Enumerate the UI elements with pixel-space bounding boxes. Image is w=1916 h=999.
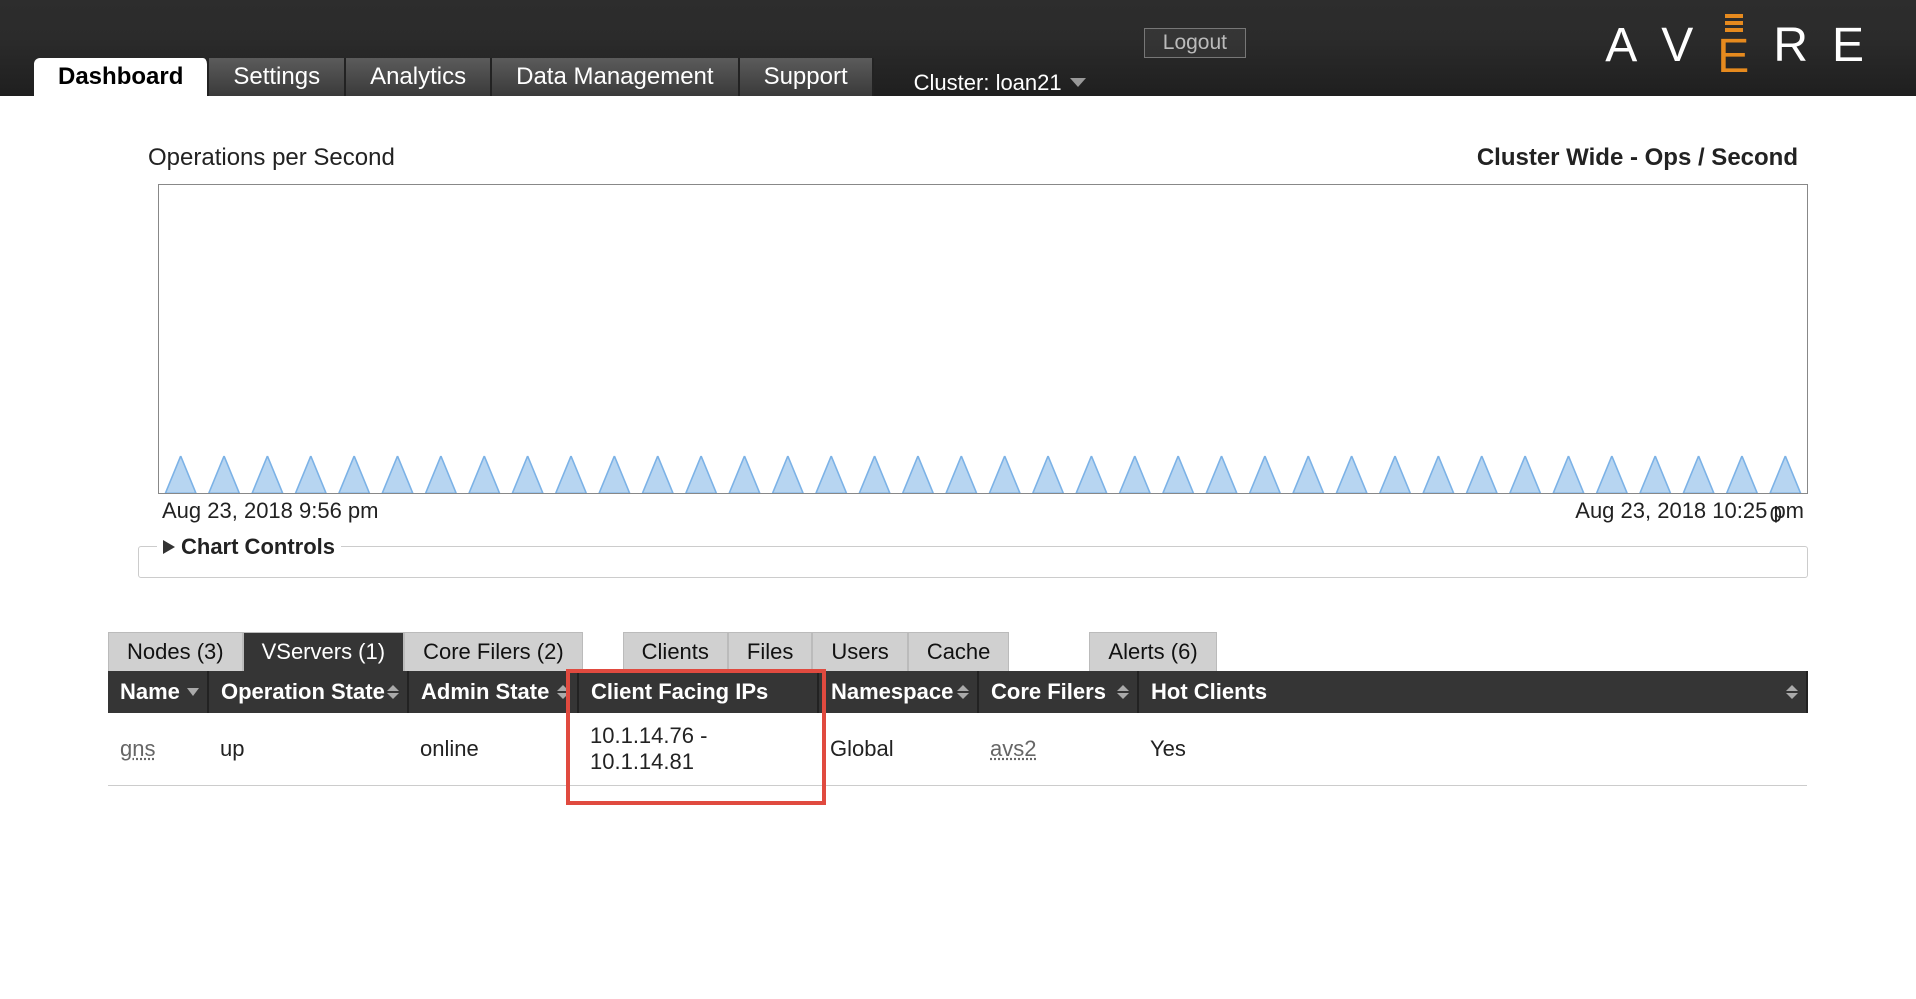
cell-core-filers: avs2: [978, 713, 1138, 786]
chart-controls-label: Chart Controls: [181, 534, 335, 560]
chart-container: 1 0 Aug 23, 2018 9:56 pm Aug 23, 2018 10…: [158, 184, 1808, 524]
cell-operation-state: up: [208, 713, 408, 786]
cluster-prefix: Cluster:: [914, 70, 990, 96]
vservers-table: Name Operation State Admin State Client …: [108, 671, 1808, 786]
col-hot-clients[interactable]: Hot Clients: [1138, 671, 1807, 713]
cell-name: gns: [108, 713, 208, 786]
cluster-selector[interactable]: Cluster: loan21: [914, 70, 1086, 96]
col-client-facing-ips[interactable]: Client Facing IPs: [578, 671, 818, 713]
logo-letter-e2: E: [1832, 18, 1866, 73]
cell-admin-state: online: [408, 713, 578, 786]
chart-controls-panel[interactable]: Chart Controls: [138, 546, 1808, 578]
col-admin-state[interactable]: Admin State: [408, 671, 578, 713]
cell-ips-value: 10.1.14.76 - 10.1.14.81: [590, 723, 707, 774]
chart-header: Operations per Second Cluster Wide - Ops…: [148, 144, 1798, 172]
tab-support[interactable]: Support: [740, 58, 874, 96]
logo-letter-a: A: [1605, 18, 1639, 73]
chart-controls-toggle[interactable]: Chart Controls: [157, 534, 341, 560]
corefiler-link[interactable]: avs2: [990, 736, 1036, 761]
sort-icon: [1117, 685, 1129, 699]
data-subtabs: Nodes (3) VServers (1) Core Filers (2) C…: [108, 632, 1808, 671]
x-label-start: Aug 23, 2018 9:56 pm: [162, 498, 379, 524]
chart-plot-area[interactable]: [158, 184, 1808, 494]
cell-client-facing-ips: 10.1.14.76 - 10.1.14.81: [578, 713, 818, 786]
col-namespace-label: Namespace: [831, 679, 953, 704]
subtab-users[interactable]: Users: [812, 632, 907, 671]
logout-button[interactable]: Logout: [1144, 28, 1246, 58]
logo-letter-e: E: [1717, 38, 1751, 76]
subtab-nodes[interactable]: Nodes (3): [108, 632, 243, 671]
subtab-alerts[interactable]: Alerts (6): [1089, 632, 1216, 671]
chevron-down-icon: [1070, 78, 1086, 88]
chart-spikes: [159, 185, 1807, 493]
brand-logo: A V E R E: [1605, 14, 1866, 76]
tab-analytics[interactable]: Analytics: [346, 58, 492, 96]
y-tick-min: 0: [1770, 502, 1782, 528]
main-nav: Dashboard Settings Analytics Data Manage…: [34, 58, 1086, 96]
sort-icon: [1786, 685, 1798, 699]
col-opstate-label: Operation State: [221, 679, 385, 704]
col-namespace[interactable]: Namespace: [818, 671, 978, 713]
logo-letter-v: V: [1661, 18, 1695, 73]
logo-letter-e-accent: E: [1717, 14, 1751, 76]
cell-namespace: Global: [818, 713, 978, 786]
col-hotclients-label: Hot Clients: [1151, 679, 1267, 704]
chart-title-left: Operations per Second: [148, 144, 395, 172]
logo-letter-r: R: [1773, 18, 1810, 73]
tab-dashboard[interactable]: Dashboard: [34, 58, 209, 96]
col-name[interactable]: Name: [108, 671, 208, 713]
sort-icon: [957, 685, 969, 699]
subtab-vservers[interactable]: VServers (1): [243, 632, 404, 671]
chart-title-right: Cluster Wide - Ops / Second: [1477, 144, 1798, 172]
top-header: Logout A V E R E Dashboard Settings Anal…: [0, 0, 1916, 96]
tab-data-management[interactable]: Data Management: [492, 58, 739, 96]
subtab-corefilers[interactable]: Core Filers (2): [404, 632, 583, 671]
sort-icon: [557, 685, 569, 699]
vserver-link[interactable]: gns: [120, 736, 155, 761]
col-operation-state[interactable]: Operation State: [208, 671, 408, 713]
cell-hot-clients: Yes: [1138, 713, 1807, 786]
col-name-label: Name: [120, 679, 180, 704]
col-core-filers[interactable]: Core Filers: [978, 671, 1138, 713]
subtab-clients[interactable]: Clients: [623, 632, 728, 671]
tab-settings[interactable]: Settings: [209, 58, 346, 96]
content-area: Operations per Second Cluster Wide - Ops…: [0, 96, 1916, 786]
x-axis-labels: Aug 23, 2018 9:56 pm Aug 23, 2018 10:25 …: [162, 498, 1804, 524]
cluster-name: loan21: [996, 70, 1062, 96]
table-row: gns up online 10.1.14.76 - 10.1.14.81 Gl…: [108, 713, 1807, 786]
col-ips-label: Client Facing IPs: [591, 679, 768, 704]
col-corefilers-label: Core Filers: [991, 679, 1106, 704]
sort-desc-icon: [187, 688, 199, 696]
sort-icon: [387, 685, 399, 699]
subtab-cache[interactable]: Cache: [908, 632, 1010, 671]
col-adminstate-label: Admin State: [421, 679, 549, 704]
triangle-right-icon: [163, 540, 175, 554]
table-header-row: Name Operation State Admin State Client …: [108, 671, 1807, 713]
subtab-files[interactable]: Files: [728, 632, 812, 671]
